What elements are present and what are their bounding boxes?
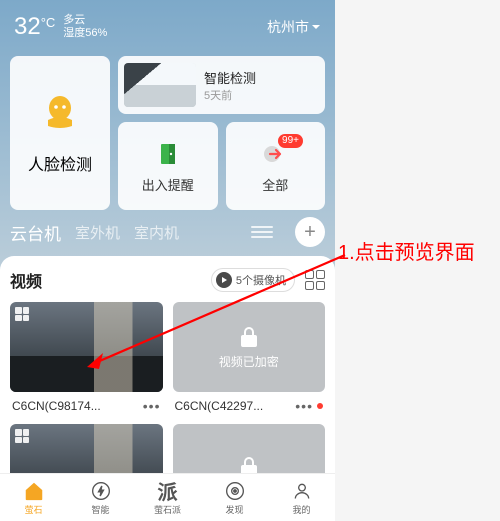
bolt-icon bbox=[90, 480, 112, 502]
tab-indoor[interactable]: 室内机 bbox=[134, 222, 179, 243]
layout-grid-icon[interactable] bbox=[305, 270, 325, 290]
locked-text: 视频已加密 bbox=[219, 353, 279, 370]
video-name-1: C6CN(C98174... bbox=[12, 399, 139, 413]
tabbar-discover[interactable]: 发现 bbox=[201, 474, 268, 521]
tabbar-smart-label: 智能 bbox=[91, 503, 109, 516]
tabbar-discover-label: 发现 bbox=[225, 503, 243, 516]
video-card-2[interactable]: 视频已加密 C6CN(C42297... ••• bbox=[173, 302, 326, 414]
weather-info: 多云 湿度56% bbox=[63, 14, 107, 40]
tabbar-home[interactable]: 萤石 bbox=[0, 474, 67, 521]
card-all[interactable]: 99+ 全部 bbox=[226, 122, 326, 210]
bottom-tabbar: 萤石 智能 派 萤石派 发现 我的 bbox=[0, 473, 335, 521]
video-thumb-2[interactable]: 视频已加密 bbox=[173, 302, 326, 392]
brand-dots-icon bbox=[15, 307, 29, 321]
tabbar-mine[interactable]: 我的 bbox=[268, 474, 335, 521]
video-card-4[interactable] bbox=[173, 424, 326, 473]
badge-99: 99+ bbox=[278, 134, 303, 148]
tabbar-pai[interactable]: 派 萤石派 bbox=[134, 474, 201, 521]
home-icon bbox=[23, 480, 45, 502]
card-face-label: 人脸检测 bbox=[28, 151, 92, 175]
video-name-2: C6CN(C42297... bbox=[175, 399, 292, 413]
panel-header: 视频 5个摄像机 bbox=[10, 268, 325, 292]
camera-count-pill[interactable]: 5个摄像机 bbox=[211, 268, 295, 292]
tab-ptz[interactable]: 云台机 bbox=[10, 220, 61, 245]
temp-unit: °C bbox=[41, 15, 56, 30]
temp-value: 32 bbox=[14, 13, 41, 41]
video-thumb-4[interactable] bbox=[173, 424, 326, 473]
brand-dots-icon bbox=[15, 429, 29, 443]
access-label: 出入提醒 bbox=[142, 175, 194, 194]
temperature: 32 °C bbox=[14, 13, 55, 41]
video-grid: C6CN(C98174... ••• 视频已加密 C6CN(C42297... … bbox=[10, 302, 325, 473]
status-bar: 32 °C 多云 湿度56% 杭州市 bbox=[0, 0, 335, 46]
phone-screen: 32 °C 多云 湿度56% 杭州市 人脸检测 智能检测 5天前 bbox=[0, 0, 335, 521]
tabbar-mine-label: 我的 bbox=[292, 503, 310, 516]
video-card-3[interactable] bbox=[10, 424, 163, 473]
card-smart-detect[interactable]: 智能检测 5天前 bbox=[118, 56, 325, 114]
tabbar-smart[interactable]: 智能 bbox=[67, 474, 134, 521]
red-dot-icon bbox=[317, 403, 323, 409]
all-label: 全部 bbox=[262, 175, 288, 194]
tab-menu-icon[interactable] bbox=[251, 221, 273, 243]
feature-cards: 人脸检测 智能检测 5天前 出入提醒 99+ bbox=[10, 56, 325, 210]
smart-sub: 5天前 bbox=[204, 87, 256, 103]
card-access[interactable]: 出入提醒 bbox=[118, 122, 218, 210]
city-label: 杭州市 bbox=[267, 17, 309, 37]
tabbar-pai-label: 萤石派 bbox=[154, 503, 181, 516]
smart-title: 智能检测 bbox=[204, 68, 256, 87]
tab-outdoor[interactable]: 室外机 bbox=[75, 222, 120, 243]
add-button[interactable]: + bbox=[295, 217, 325, 247]
tabbar-home-label: 萤石 bbox=[24, 503, 42, 516]
card-face-detect[interactable]: 人脸检测 bbox=[10, 56, 110, 210]
lock-icon bbox=[237, 325, 261, 349]
face-icon bbox=[41, 91, 79, 129]
smart-thumb bbox=[124, 63, 196, 107]
discover-icon bbox=[224, 480, 246, 502]
weather-text: 多云 bbox=[63, 14, 107, 27]
video-thumb-3[interactable] bbox=[10, 424, 163, 473]
door-icon bbox=[153, 139, 183, 169]
pill-text: 5个摄像机 bbox=[236, 272, 286, 288]
category-tabs: 云台机 室外机 室内机 + bbox=[0, 210, 335, 254]
video-more-1[interactable]: ••• bbox=[143, 398, 161, 414]
humidity-text: 湿度56% bbox=[63, 27, 107, 40]
city-select[interactable]: 杭州市 bbox=[267, 17, 321, 37]
annotation: 1.点击预览界面 bbox=[338, 240, 498, 266]
play-icon bbox=[216, 272, 232, 288]
video-thumb-1[interactable] bbox=[10, 302, 163, 392]
video-panel: 视频 5个摄像机 C6CN(C98174... ••• 视频已加密 bbox=[0, 256, 335, 473]
pai-icon: 派 bbox=[157, 480, 179, 502]
lock-icon bbox=[237, 455, 261, 473]
panel-title: 视频 bbox=[10, 268, 42, 292]
user-icon bbox=[291, 480, 313, 502]
annotation-text: 1.点击预览界面 bbox=[338, 240, 498, 266]
video-card-1[interactable]: C6CN(C98174... ••• bbox=[10, 302, 163, 414]
video-more-2[interactable]: ••• bbox=[295, 398, 313, 414]
chevron-down-icon bbox=[311, 22, 321, 32]
